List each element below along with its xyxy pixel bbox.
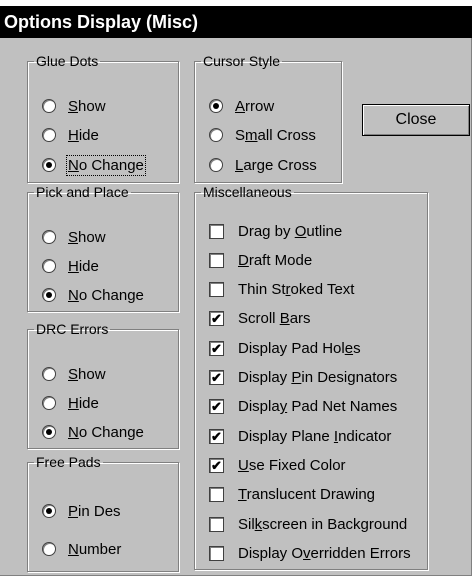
group-glue-dots: Glue Dots Show Hide No Change (27, 53, 179, 183)
group-free-pads: Free Pads Pin Des Number (27, 454, 179, 572)
checkbox-unchecked-icon (209, 545, 224, 561)
radio-selected-icon (209, 99, 223, 113)
checkbox-unchecked-icon (209, 487, 224, 503)
radio-cursor-large-cross[interactable]: Large Cross (209, 154, 317, 176)
checkbox-misc-option[interactable]: ✔ Display Pin Designators (209, 367, 397, 389)
radio-pick-place-show[interactable]: Show (42, 226, 106, 248)
radio-unselected-icon (42, 259, 56, 273)
radio-glue-dots-hide[interactable]: Hide (42, 124, 99, 146)
group-title-glue-dots: Glue Dots (36, 53, 99, 69)
radio-unselected-icon (209, 128, 223, 142)
checkbox-checked-icon: ✔ (209, 428, 224, 444)
checkbox-misc-option[interactable]: Translucent Drawing (209, 484, 375, 506)
checkbox-misc-option[interactable]: Display Overridden Errors (209, 542, 411, 564)
radio-selected-icon (42, 158, 56, 172)
radio-selected-icon (42, 504, 56, 518)
radio-drc-hide[interactable]: Hide (42, 392, 99, 414)
radio-drc-show[interactable]: Show (42, 363, 106, 385)
radio-selected-icon (42, 288, 56, 302)
checkbox-misc-option[interactable]: ✔ Display Plane Indicator (209, 425, 391, 447)
checkbox-misc-option[interactable]: ✔ Scroll Bars (209, 308, 311, 330)
options-display-dialog: Options Display (Misc) Glue Dots Show Hi… (0, 6, 472, 576)
radio-unselected-icon (42, 396, 56, 410)
group-miscellaneous: Miscellaneous Drag by Outline Draft Mode T… (194, 184, 428, 570)
group-cursor-style: Cursor Style Arrow Small Cross Large Cro… (194, 53, 342, 183)
checkbox-misc-option[interactable]: Thin Stroked Text (209, 279, 354, 301)
radio-unselected-icon (42, 230, 56, 244)
radio-unselected-icon (42, 128, 56, 142)
radio-unselected-icon (209, 158, 223, 172)
radio-unselected-icon (42, 367, 56, 381)
radio-unselected-icon (42, 99, 56, 113)
checkbox-checked-icon: ✔ (209, 311, 224, 327)
radio-cursor-arrow[interactable]: Arrow (209, 95, 274, 117)
checkbox-misc-option[interactable]: ✔ Display Pad Holes (209, 337, 361, 359)
group-title-cursor-style: Cursor Style (203, 53, 281, 69)
checkbox-checked-icon: ✔ (209, 457, 224, 473)
checkbox-checked-icon: ✔ (209, 399, 224, 415)
radio-drc-no-change[interactable]: No Change (42, 421, 144, 443)
checkbox-unchecked-icon (209, 282, 224, 298)
close-button[interactable]: Close (362, 104, 470, 136)
radio-free-pads-pin-des[interactable]: Pin Des (42, 500, 121, 522)
radio-glue-dots-show[interactable]: Show (42, 95, 106, 117)
radio-pick-place-hide[interactable]: Hide (42, 255, 99, 277)
checkbox-checked-icon: ✔ (209, 340, 224, 356)
radio-glue-dots-no-change[interactable]: No Change (42, 154, 146, 176)
group-drc-errors: DRC Errors Show Hide No Change (27, 321, 179, 449)
dialog-title: Options Display (Misc) (0, 6, 472, 38)
radio-unselected-icon (42, 542, 56, 556)
group-title-pick-and-place: Pick and Place (36, 184, 129, 200)
radio-free-pads-number[interactable]: Number (42, 538, 121, 560)
checkbox-unchecked-icon (209, 252, 224, 268)
checkbox-unchecked-icon (209, 223, 224, 239)
checkbox-unchecked-icon (209, 516, 224, 532)
group-title-miscellaneous: Miscellaneous (203, 184, 292, 200)
checkbox-misc-option[interactable]: Silkscreen in Background (209, 513, 407, 535)
group-title-drc-errors: DRC Errors (36, 321, 109, 337)
checkbox-misc-option[interactable]: ✔ Use Fixed Color (209, 454, 346, 476)
checkbox-misc-option[interactable]: Draft Mode (209, 249, 312, 271)
checkbox-misc-option[interactable]: ✔ Display Pad Net Names (209, 396, 397, 418)
radio-selected-icon (42, 425, 56, 439)
checkbox-checked-icon: ✔ (209, 370, 224, 385)
group-title-free-pads: Free Pads (36, 454, 101, 470)
radio-cursor-small-cross[interactable]: Small Cross (209, 124, 316, 146)
group-pick-and-place: Pick and Place Show Hide No Change (27, 184, 179, 312)
checkbox-misc-option[interactable]: Drag by Outline (209, 220, 342, 242)
radio-pick-place-no-change[interactable]: No Change (42, 284, 144, 306)
